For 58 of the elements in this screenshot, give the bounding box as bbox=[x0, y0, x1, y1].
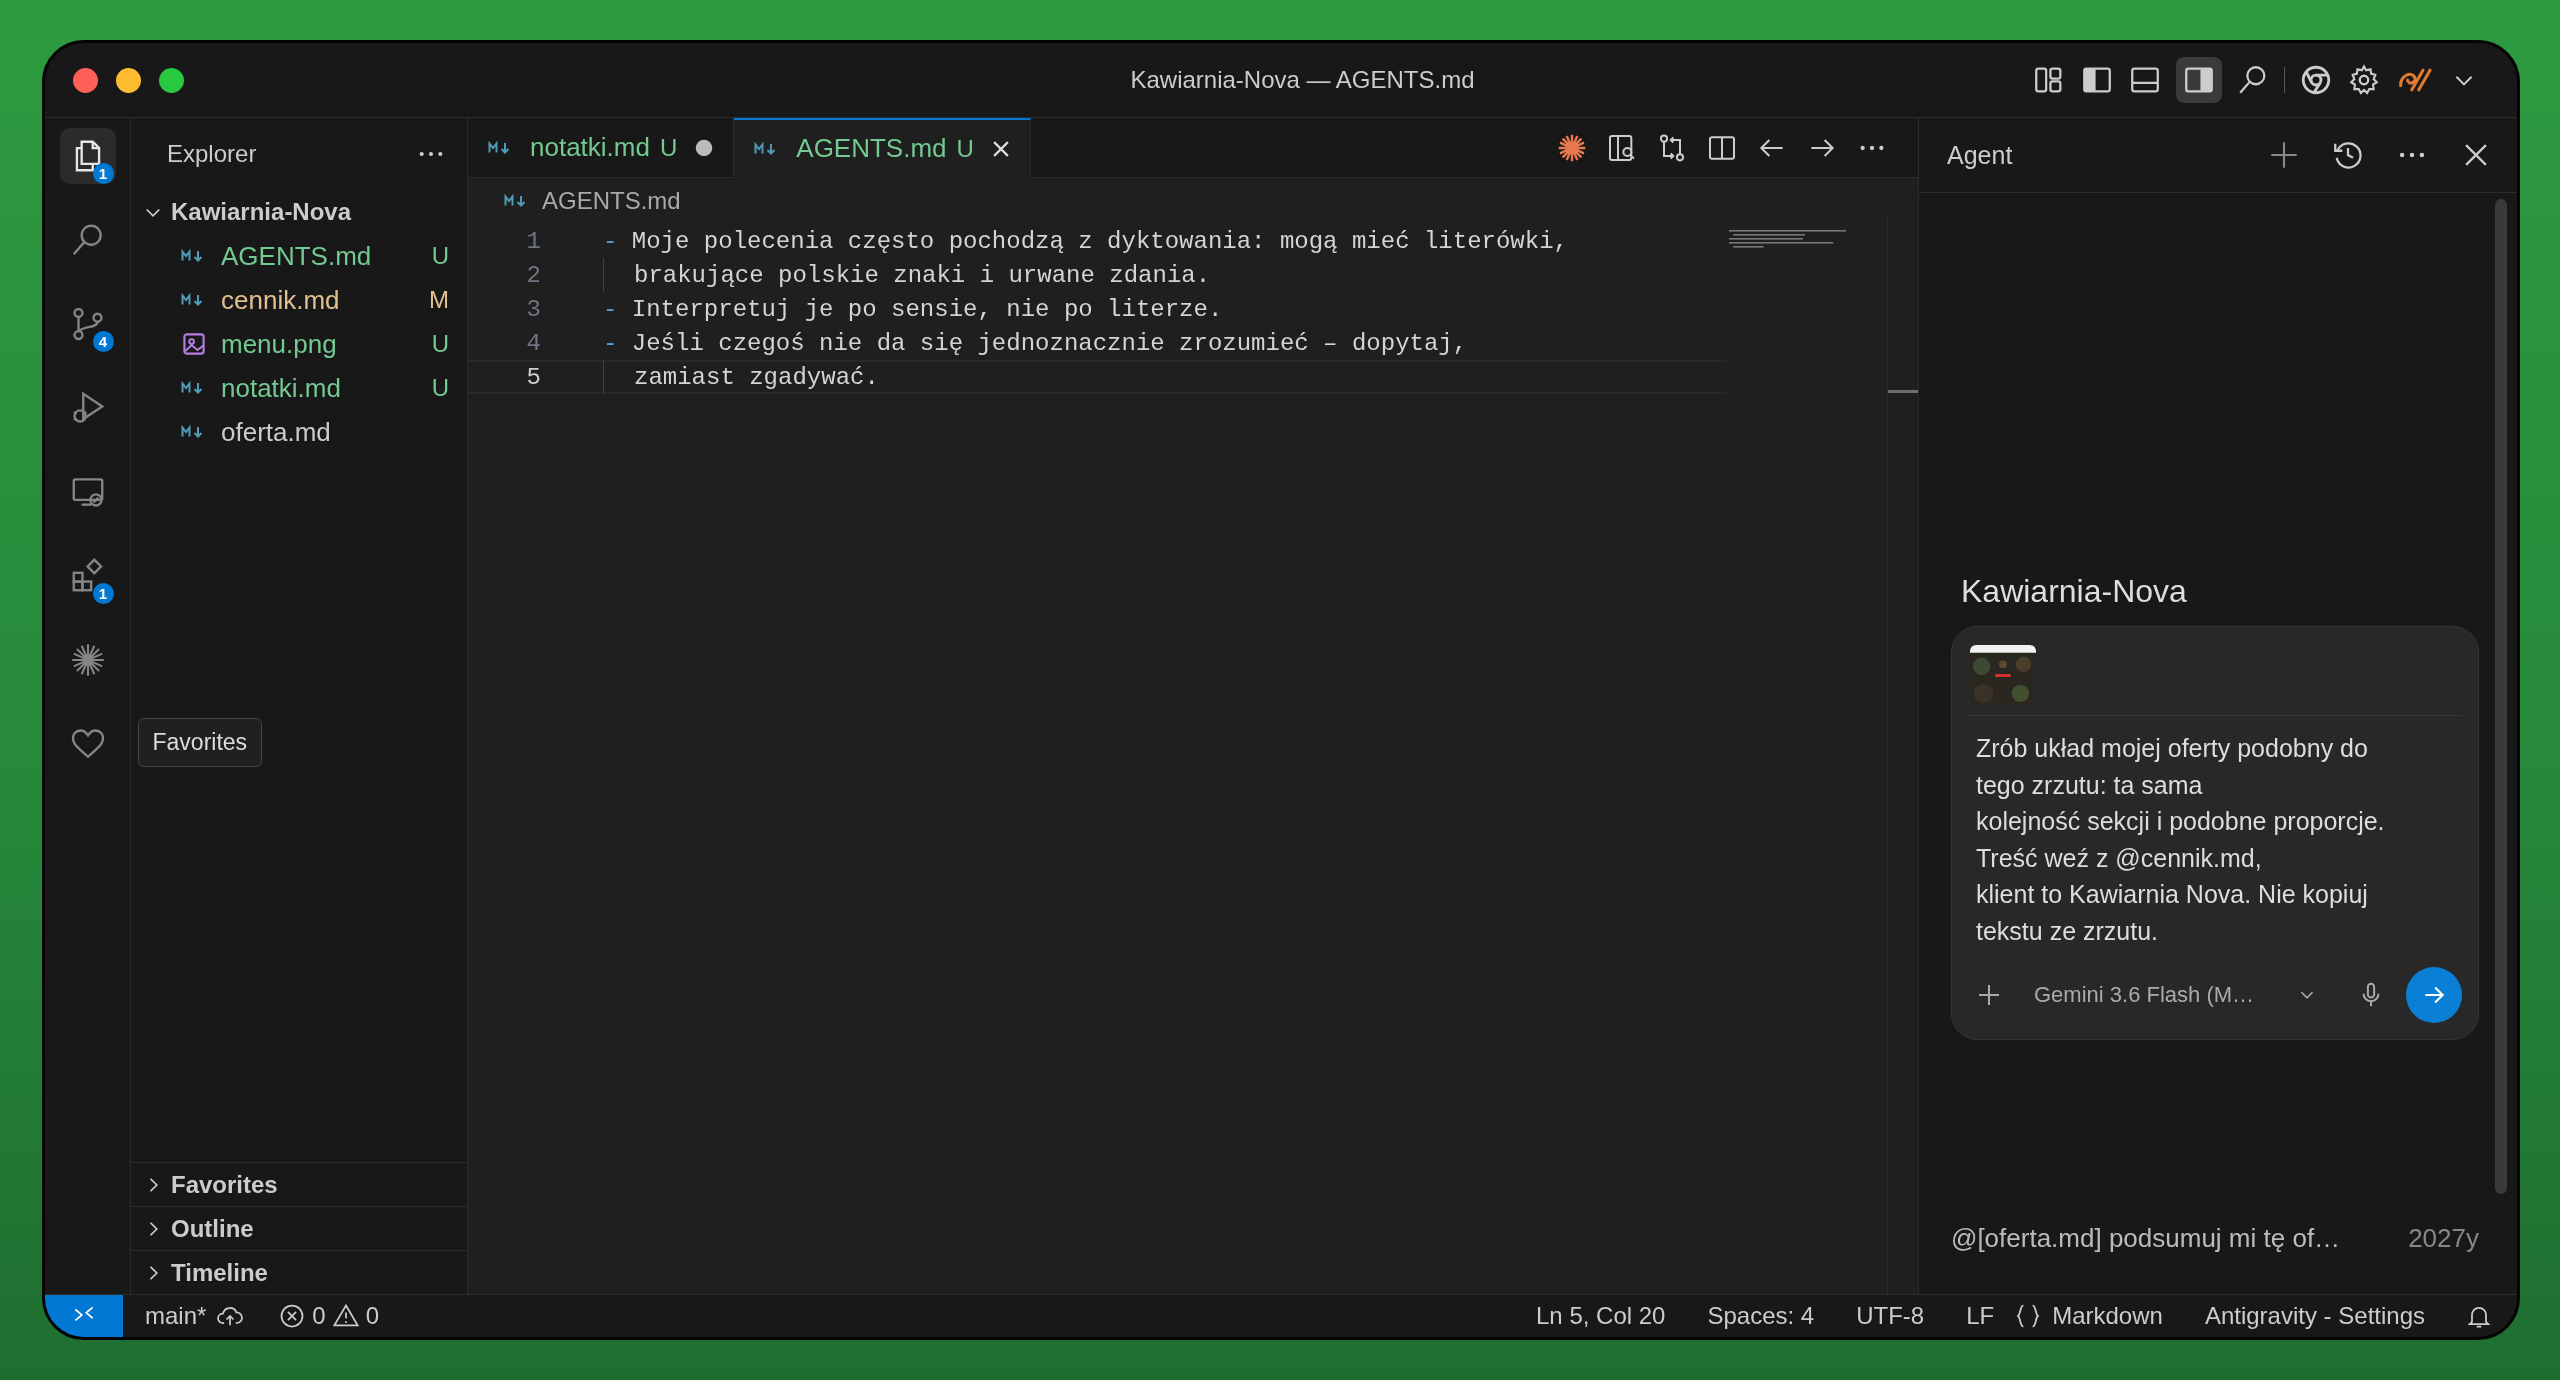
error-count[interactable]: 0 bbox=[312, 1302, 326, 1330]
scrollbar[interactable] bbox=[2495, 199, 2507, 1194]
language-mode[interactable]: Markdown bbox=[2052, 1302, 2163, 1330]
workspace-heading: Kawiarnia-Nova bbox=[1960, 573, 2188, 610]
file-tree-item[interactable]: notatki.md U bbox=[131, 366, 467, 410]
browser-icon[interactable] bbox=[2299, 63, 2333, 97]
model-dropdown[interactable]: Gemini 3.6 Flash (M… bbox=[2024, 978, 2330, 1012]
file-tree-item[interactable]: AGENTS.md U bbox=[131, 234, 467, 278]
breadcrumb[interactable]: AGENTS.md bbox=[542, 187, 681, 215]
secondary-sidebar-toggle[interactable] bbox=[2176, 57, 2222, 103]
image-file-icon bbox=[182, 332, 206, 356]
conversation-age: 2027y bbox=[2408, 1223, 2479, 1254]
warning-count[interactable]: 0 bbox=[365, 1302, 380, 1330]
send-button[interactable] bbox=[2406, 967, 2462, 1023]
more-actions-icon[interactable] bbox=[417, 149, 445, 159]
sidebar-section-header[interactable]: Outline bbox=[131, 1206, 467, 1250]
code-line: - Interpretuj je po sensie, nie po literze. bbox=[603, 295, 1223, 323]
file-tree-item[interactable]: cennik.md M bbox=[131, 278, 467, 322]
sidebar-section-header[interactable]: Timeline bbox=[131, 1250, 467, 1294]
code-line: - Jeśli czegoś nie da się jednoznacznie zrozumieć – dopytaj, bbox=[603, 329, 1468, 357]
sidebar-title: Explorer bbox=[167, 140, 257, 168]
sidebar-section-header[interactable]: Favorites bbox=[131, 1162, 467, 1206]
line-number: 1 bbox=[525, 227, 541, 255]
count-badge: 1 bbox=[92, 163, 114, 184]
remote-button[interactable] bbox=[45, 1295, 123, 1337]
line-number: 5 bbox=[525, 363, 541, 391]
code-line: zamiast zgadywać. bbox=[634, 363, 879, 391]
line-number: 3 bbox=[525, 295, 541, 323]
code-line: brakujące polskie znaki i urwane zdania. bbox=[634, 261, 1211, 289]
file-tree-item[interactable]: oferta.md bbox=[131, 410, 467, 454]
status-item[interactable]: Spaces: 4 bbox=[1707, 1302, 1815, 1330]
file-tree-item[interactable]: menu.png U bbox=[131, 322, 467, 366]
count-badge: 1 bbox=[92, 583, 114, 604]
scrollbar-marker bbox=[1888, 390, 1918, 393]
window-title: Kawiarnia-Nova — AGENTS.md bbox=[1129, 66, 1476, 94]
line-number: 4 bbox=[525, 329, 541, 357]
maximize-window-button[interactable] bbox=[159, 67, 184, 93]
status-item[interactable]: LF bbox=[1966, 1302, 1995, 1330]
minimize-window-button[interactable] bbox=[116, 67, 141, 93]
tooltip: Favorites bbox=[137, 718, 263, 767]
settings-icon[interactable] bbox=[2347, 63, 2381, 97]
panel-title: Agent bbox=[1947, 140, 2014, 170]
conversation-history-item[interactable]: @[oferta.md] podsumuj mi tę of… bbox=[1951, 1223, 2341, 1254]
status-item[interactable]: Ln 5, Col 20 bbox=[1536, 1302, 1666, 1330]
folder-tree-item[interactable]: Kawiarnia-Nova bbox=[131, 190, 467, 234]
close-window-button[interactable] bbox=[73, 67, 98, 93]
status-item[interactable]: UTF-8 bbox=[1856, 1302, 1925, 1330]
line-number: 2 bbox=[525, 261, 541, 289]
activity-source-control-button[interactable]: 4 bbox=[59, 296, 116, 352]
editor-tab[interactable]: notatki.md U bbox=[468, 118, 735, 178]
count-badge: 4 bbox=[92, 331, 114, 352]
code-line: - Moje polecenia często pochodzą z dyktowania: mogą mieć literówki, bbox=[603, 227, 1568, 255]
activity-extensions-button[interactable]: 1 bbox=[59, 548, 116, 604]
activity-explorer-button[interactable]: 1 bbox=[59, 128, 116, 184]
prompt-text[interactable]: Zrób układ mojej oferty podobny do tego zrzutu: ta sama kolejność sekcji i podobne proporcje. Treść weź z @cennik.md, klient to Kawiarnia Nova. Nie kopiuj tekstu ze zrzutu. bbox=[1968, 716, 2462, 949]
editor-tab[interactable]: AGENTS.md U bbox=[734, 118, 1031, 178]
branch-status[interactable]: main* bbox=[145, 1302, 207, 1330]
status-item[interactable]: Antigravity - Settings bbox=[2204, 1302, 2425, 1330]
